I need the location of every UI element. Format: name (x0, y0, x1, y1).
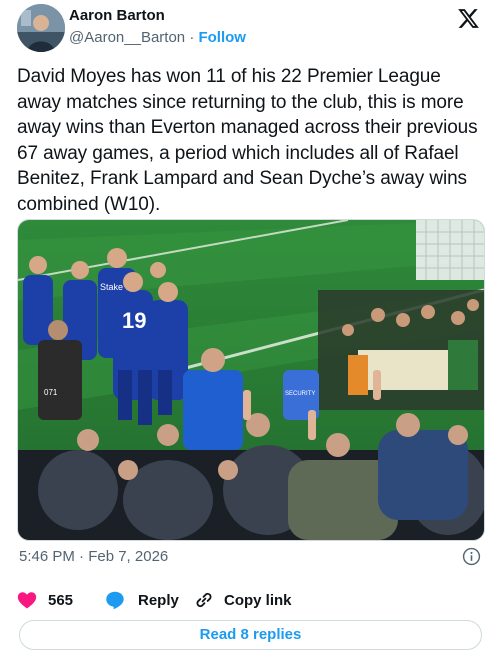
author-handle-line: @Aaron__Barton · Follow (69, 29, 246, 46)
reply-label: Reply (138, 591, 179, 609)
like-button[interactable]: 565 (16, 589, 73, 611)
copy-link-button[interactable]: Copy link (193, 589, 292, 611)
copy-link-label: Copy link (224, 591, 292, 609)
photo-sponsor: Stake (100, 282, 123, 292)
avatar[interactable] (17, 4, 65, 52)
link-icon (196, 592, 212, 608)
tweet-timestamp[interactable]: 5:46 PM · Feb 7, 2026 (19, 548, 168, 565)
tweet-text: David Moyes has won 11 of his 22 Premier… (17, 66, 478, 215)
handle-separator: · (189, 29, 195, 46)
photo-bib-number: 071 (44, 388, 58, 397)
info-icon[interactable] (462, 547, 481, 566)
reply-icon (106, 591, 124, 610)
reply-button[interactable]: Reply (104, 589, 179, 611)
author-name[interactable]: Aaron Barton (69, 7, 165, 24)
photo-shirt-number: 19 (122, 308, 146, 333)
like-count: 565 (48, 591, 74, 609)
read-replies-button[interactable]: Read 8 replies (19, 620, 482, 650)
photo-steward-text: SECURITY (285, 391, 315, 397)
author-handle[interactable]: @Aaron__Barton (69, 29, 185, 46)
follow-button[interactable]: Follow (198, 29, 246, 46)
heart-icon (17, 592, 37, 609)
x-logo-icon[interactable] (457, 7, 480, 30)
tweet-photo[interactable]: 19 Stake 071 SECURITY (17, 219, 485, 541)
